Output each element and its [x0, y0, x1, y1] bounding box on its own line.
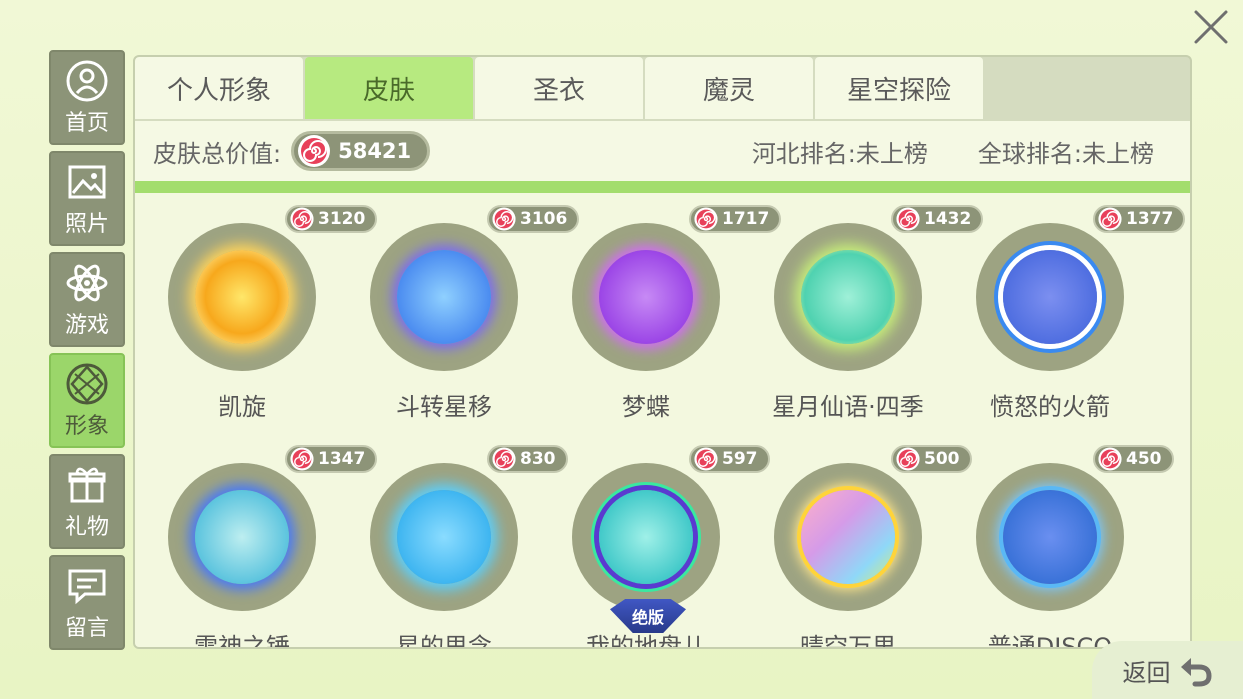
total-value: 58421 [338, 139, 412, 163]
back-button[interactable]: 返回 [1092, 641, 1243, 699]
skin-orb [801, 490, 895, 584]
divider-bar [135, 181, 1190, 193]
swirl-coin-icon [492, 207, 516, 231]
skin-disc [370, 463, 518, 611]
sidebar-item-home[interactable]: 首页 [49, 50, 125, 145]
sidebar-item-label: 照片 [64, 211, 109, 237]
skin-orb [1003, 490, 1097, 584]
sidebar-item-label: 首页 [64, 110, 109, 136]
skin-card[interactable]: 3120 凯旋 [135, 193, 378, 433]
sidebar-item-label: 游戏 [64, 312, 109, 338]
skin-price: 1377 [1126, 209, 1174, 229]
skin-orb [397, 250, 491, 344]
swirl-coin-icon [298, 135, 331, 167]
close-icon [1194, 10, 1228, 44]
skin-disc [774, 463, 922, 611]
skin-name: 晴空万里 [800, 633, 896, 649]
swirl-coin-icon [694, 207, 718, 231]
sidebar-item-photo[interactable]: 照片 [49, 151, 125, 246]
tab-personal-image[interactable]: 个人形象 [135, 57, 303, 119]
sidebar-item-game[interactable]: 游戏 [49, 252, 125, 347]
skin-disc [572, 463, 720, 611]
province-rank: 河北排名:未上榜 [751, 139, 928, 168]
swirl-coin-icon [1098, 447, 1122, 471]
skin-price-badge: 1377 [1093, 205, 1186, 233]
skin-orb [195, 250, 289, 344]
skin-name: 愤怒的火箭 [990, 393, 1110, 421]
close-button[interactable] [1190, 6, 1232, 48]
skin-card[interactable]: 830 星的思念 [337, 433, 568, 647]
skin-disc [572, 223, 720, 371]
skin-disc [774, 223, 922, 371]
sidebar-item-label: 形象 [64, 413, 109, 439]
global-rank: 全球排名:未上榜 [977, 139, 1154, 168]
skin-name: 星的思念 [396, 633, 492, 649]
tab-bar: 个人形象 皮肤 圣衣 魔灵 星空探险 [135, 57, 983, 121]
skin-card[interactable]: 450 普通DISCO [943, 433, 1174, 647]
skin-name: 星月仙语·四季 [772, 393, 924, 421]
skin-name: 我的地盘儿 [586, 633, 706, 649]
gift-icon [68, 467, 106, 502]
back-arrow-icon [1180, 658, 1212, 687]
avatar-icon [66, 363, 108, 404]
skin-orb [195, 490, 289, 584]
swirl-coin-icon [1098, 207, 1122, 231]
sidebar: 首页 照片 游戏 形象 礼物 留言 [49, 50, 125, 650]
skin-card[interactable]: 1717 梦蝶 [539, 193, 782, 433]
skin-card[interactable]: 1347 雷神之锤 [135, 433, 378, 647]
swirl-coin-icon [290, 447, 314, 471]
skin-card[interactable]: 3106 斗转星移 [337, 193, 580, 433]
skin-orb [599, 490, 693, 584]
skin-summary-bar: 皮肤总价值: 58421 河北排名:未上榜 全球排名:未上榜 [135, 121, 1190, 181]
atom-icon [66, 264, 108, 301]
swirl-coin-icon [896, 447, 920, 471]
skin-card[interactable]: 1432 星月仙语·四季 [741, 193, 984, 433]
total-value-badge: 58421 [291, 131, 431, 171]
main-panel: 个人形象 皮肤 圣衣 魔灵 星空探险 皮肤总价值: 58421 河北排名:未上榜… [133, 55, 1192, 649]
photo-icon [68, 165, 106, 198]
skin-orb [1003, 250, 1097, 344]
total-value-label: 皮肤总价值: [153, 139, 282, 168]
swirl-coin-icon [896, 207, 920, 231]
skin-disc [370, 223, 518, 371]
skin-name: 凯旋 [218, 393, 266, 421]
sidebar-item-message[interactable]: 留言 [49, 555, 125, 650]
skin-name: 斗转星移 [396, 393, 492, 421]
skin-name: 雷神之锤 [194, 633, 290, 649]
skin-price-badge: 450 [1093, 445, 1174, 473]
tab-star-adventure[interactable]: 星空探险 [815, 57, 983, 119]
home-icon [66, 60, 108, 101]
sidebar-item-gift[interactable]: 礼物 [49, 454, 125, 549]
skin-card[interactable]: 500 晴空万里 [741, 433, 972, 647]
swirl-coin-icon [492, 447, 516, 471]
skin-grid: 3120 凯旋 3106 斗转星移 1717 梦蝶 1432 星月仙语·四季 1… [135, 193, 1190, 647]
skin-disc [168, 463, 316, 611]
skin-orb [397, 490, 491, 584]
skin-card[interactable]: 1377 愤怒的火箭 [943, 193, 1186, 433]
skin-orb [801, 250, 895, 344]
sidebar-item-label: 留言 [64, 615, 109, 641]
swirl-coin-icon [290, 207, 314, 231]
skin-card[interactable]: 绝版 597 我的地盘儿 [539, 433, 770, 647]
tab-magic-spirit[interactable]: 魔灵 [645, 57, 813, 119]
message-icon [68, 569, 106, 604]
swirl-coin-icon [694, 447, 718, 471]
skin-disc [976, 223, 1124, 371]
skin-disc [168, 223, 316, 371]
sidebar-item-label: 礼物 [64, 514, 109, 540]
skin-orb [599, 250, 693, 344]
tab-skin[interactable]: 皮肤 [305, 57, 473, 119]
tab-holy-cloth[interactable]: 圣衣 [475, 57, 643, 119]
skin-price: 450 [1126, 449, 1162, 469]
skin-name: 梦蝶 [622, 393, 670, 421]
back-label: 返回 [1122, 658, 1171, 687]
sidebar-item-avatar[interactable]: 形象 [49, 353, 125, 448]
skin-disc [976, 463, 1124, 611]
